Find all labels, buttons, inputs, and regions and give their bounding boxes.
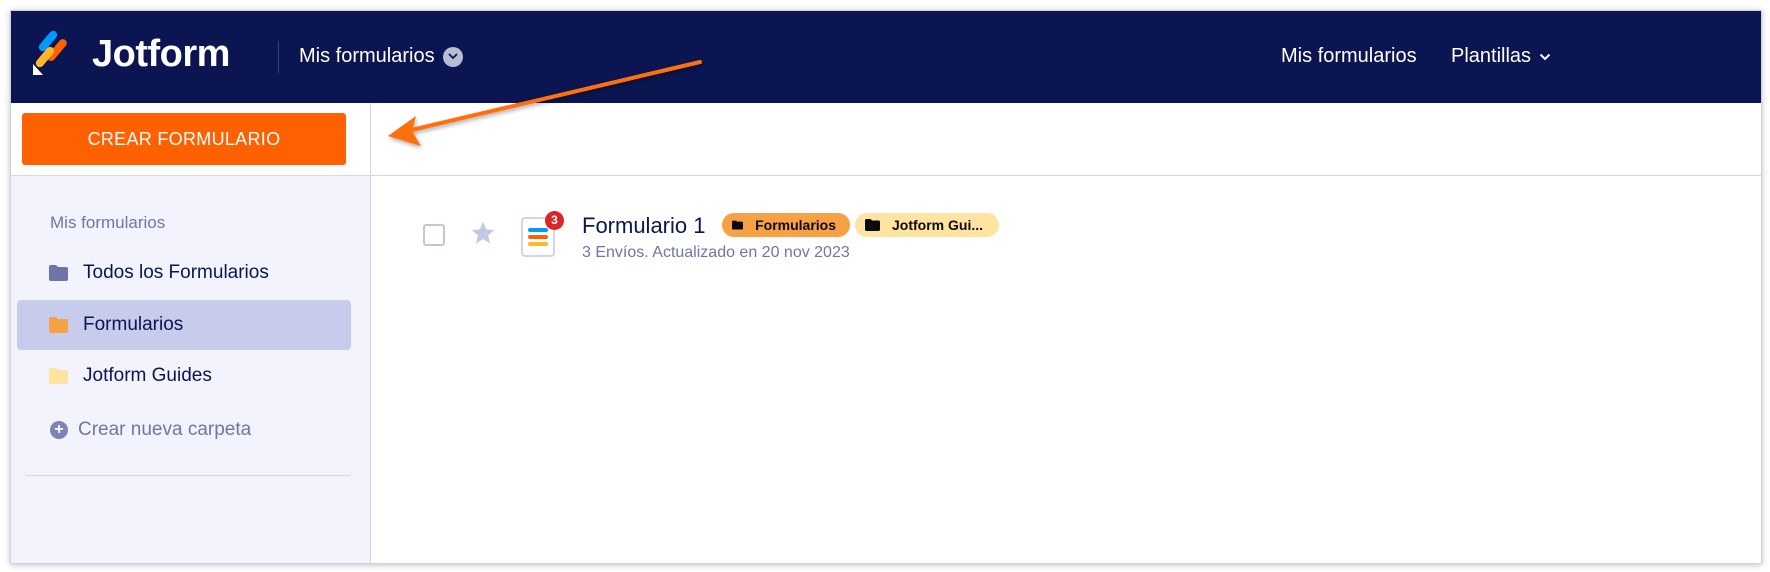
sidebar-heading: Mis formularios <box>50 213 166 232</box>
sidebar: Mis formularios Todos los Formularios Fo… <box>11 176 370 563</box>
folder-tag-label: Formularios <box>755 217 836 233</box>
chevron-down-icon <box>1539 53 1551 60</box>
nav-templates[interactable]: Plantillas <box>1451 45 1551 68</box>
form-title[interactable]: Formulario 1 <box>582 213 705 239</box>
folder-icon <box>865 219 880 231</box>
folder-tag[interactable]: Jotform Gui... <box>855 213 999 237</box>
nav-my-forms[interactable]: Mis formularios <box>1281 45 1417 68</box>
nav-my-forms-label: Mis formularios <box>1281 45 1417 67</box>
select-checkbox[interactable] <box>423 224 445 246</box>
create-folder-button[interactable]: + Crear nueva carpeta <box>50 419 251 441</box>
create-folder-label: Crear nueva carpeta <box>78 419 252 440</box>
nav-templates-label: Plantillas <box>1451 45 1532 67</box>
folder-icon <box>49 317 68 333</box>
folder-icon <box>49 368 68 384</box>
folder-icon <box>732 220 744 230</box>
workspace-dropdown[interactable]: Mis formularios <box>299 45 463 68</box>
folder-icon <box>49 265 68 281</box>
left-panel: CREAR FORMULARIO Mis formularios Todos l… <box>11 103 371 563</box>
sidebar-item-label: Todos los Formularios <box>83 262 269 283</box>
logo-text[interactable]: Jotform <box>92 33 230 76</box>
top-header: Jotform Mis formularios Mis formularios … <box>11 11 1761 103</box>
sidebar-item-all-forms[interactable]: Todos los Formularios <box>17 248 351 298</box>
plus-icon: + <box>50 421 68 439</box>
create-form-button[interactable]: CREAR FORMULARIO <box>22 113 346 165</box>
create-area: CREAR FORMULARIO <box>11 103 370 176</box>
submission-count-badge: 3 <box>545 211 564 230</box>
form-meta: 3 Envíos. Actualizado en 20 nov 2023 <box>582 244 850 261</box>
jotform-logo-icon[interactable] <box>31 31 71 75</box>
folder-tag[interactable]: Formularios <box>722 213 850 237</box>
form-list-item[interactable]: 3 Formulario 1 Formularios Jotform Gui..… <box>371 191 1761 281</box>
sidebar-item-label: Formularios <box>83 314 184 335</box>
star-icon[interactable] <box>470 220 496 246</box>
workspace-label: Mis formularios <box>299 45 435 67</box>
folder-tag-label: Jotform Gui... <box>892 217 983 233</box>
sidebar-divider <box>25 475 351 476</box>
sidebar-item-jotform-guides[interactable]: Jotform Guides <box>17 351 351 401</box>
app-window: Jotform Mis formularios Mis formularios … <box>10 10 1762 564</box>
header-divider <box>278 41 279 73</box>
toolbar-divider <box>371 175 1761 176</box>
chevron-down-icon <box>442 46 463 67</box>
sidebar-item-formularios[interactable]: Formularios <box>17 300 351 350</box>
sidebar-item-label: Jotform Guides <box>83 365 212 386</box>
